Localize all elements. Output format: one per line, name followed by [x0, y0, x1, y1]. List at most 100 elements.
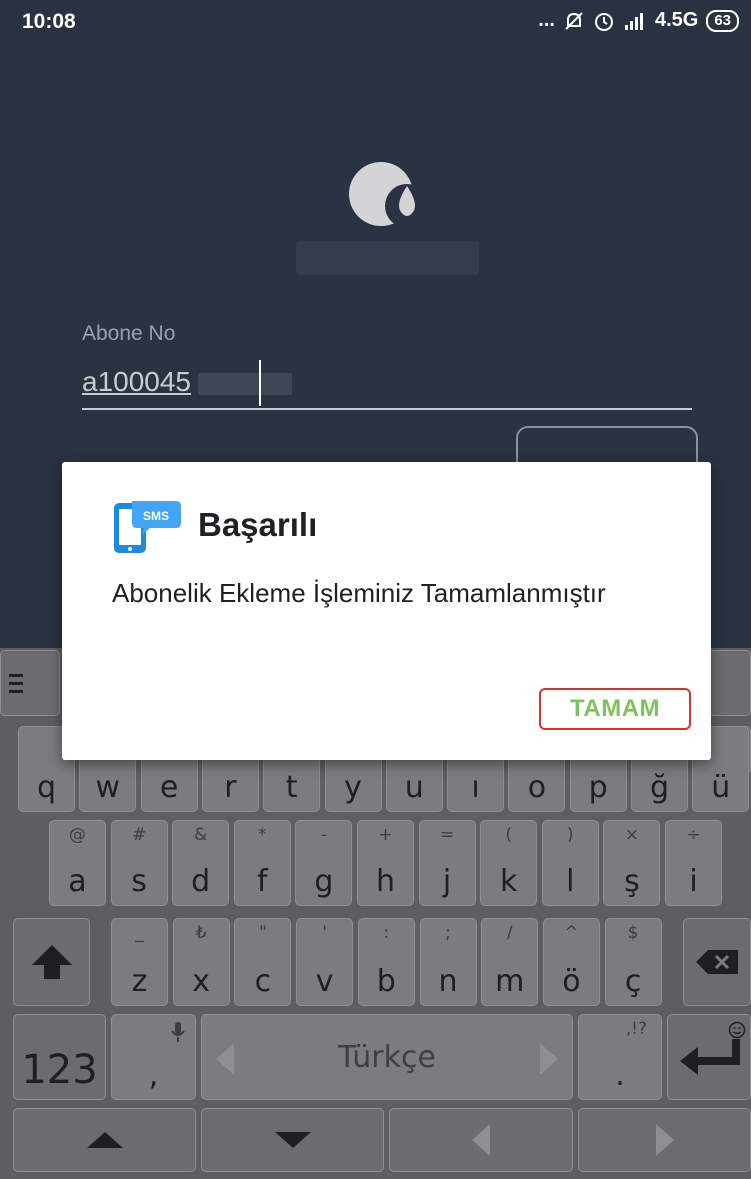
key-d[interactable]: & d: [172, 820, 230, 906]
key-label: ü: [711, 770, 731, 805]
key-s[interactable]: # s: [110, 820, 168, 906]
nav-right-key[interactable]: [578, 1108, 751, 1172]
key-label: f: [257, 864, 268, 899]
key-alt-label: &: [194, 825, 208, 845]
key-alt-label: ;: [445, 923, 451, 943]
key-ç[interactable]: $ ç: [604, 918, 662, 1006]
key-m[interactable]: / m: [481, 918, 539, 1006]
key-c[interactable]: " c: [234, 918, 292, 1006]
smiley-icon: [728, 1021, 746, 1039]
key-label: g: [314, 864, 334, 899]
enter-icon: [680, 1039, 740, 1075]
redaction-mask: [198, 373, 292, 395]
key-label: s: [131, 864, 147, 899]
key-ş[interactable]: × ş: [603, 820, 661, 906]
status-indicators: ... 4.5G 63: [538, 9, 739, 32]
key-label: ç: [624, 964, 642, 999]
key-label: ö: [562, 964, 581, 999]
key-alt-label: ₺: [195, 923, 207, 943]
alarm-icon: [594, 12, 613, 31]
key-alt-label: ÷: [686, 825, 701, 845]
key-label: q: [36, 770, 57, 805]
key-a[interactable]: @ a: [49, 820, 106, 906]
caret-left-icon: [472, 1124, 490, 1156]
key-label: b: [376, 964, 396, 999]
arrow-right-icon: [540, 1043, 558, 1075]
sms-phone-icon: SMS: [114, 501, 181, 553]
key-label: i: [689, 864, 698, 899]
key-j[interactable]: = j: [418, 820, 476, 906]
key-label: d: [191, 864, 211, 899]
key-label: y: [344, 770, 362, 805]
key-alt-label: ": [258, 923, 267, 943]
battery-icon: 63: [706, 9, 739, 32]
space-key[interactable]: Türkçe: [201, 1014, 573, 1100]
caret-right-icon: [655, 1124, 674, 1156]
key-k[interactable]: (k: [480, 820, 538, 906]
key-label: t: [285, 770, 298, 805]
ok-button[interactable]: TAMAM: [539, 688, 691, 730]
brand-name-placeholder: [296, 241, 479, 275]
key-v[interactable]: ' v: [296, 918, 354, 1006]
key-alt-label: +: [378, 825, 393, 845]
key-alt-label: /: [506, 923, 513, 943]
subscriber-input[interactable]: a100045: [82, 366, 191, 398]
key-label: z: [131, 964, 148, 999]
key-h[interactable]: + h: [357, 820, 414, 906]
more-indicators: ...: [538, 9, 555, 31]
key-label: x: [192, 964, 211, 999]
nav-up-key[interactable]: [13, 1108, 196, 1172]
key-label: ı: [471, 770, 480, 805]
app-logo-icon: [349, 162, 429, 228]
key-label: ş: [624, 864, 640, 899]
status-time: 10:08: [22, 10, 76, 33]
comma-key[interactable]: ,: [111, 1014, 196, 1100]
shift-key[interactable]: [13, 918, 90, 1006]
key-alt-label: ): [566, 825, 574, 845]
keyboard-menu-key[interactable]: [0, 650, 60, 716]
key-label: ğ: [649, 770, 670, 805]
microphone-icon: [171, 1022, 185, 1042]
mute-icon: [565, 11, 583, 30]
key-b[interactable]: :b: [357, 918, 415, 1006]
key-x[interactable]: ₺ x: [172, 918, 230, 1006]
network-type: 4.5G: [654, 9, 699, 31]
key-ö[interactable]: ^ ö: [542, 918, 600, 1006]
dialog-title: Başarılı: [198, 506, 318, 543]
key-label: h: [375, 864, 395, 899]
key-label: n: [438, 964, 458, 999]
status-bar: 10:08 ... 4.5G 63: [0, 0, 751, 42]
menu-icon: [9, 674, 23, 693]
key-label: e: [159, 770, 179, 805]
key-alt-label: ^: [564, 923, 579, 943]
key-n[interactable]: ; n: [419, 918, 477, 1006]
input-underline: [82, 408, 692, 410]
key-label: j: [442, 864, 452, 899]
key-label: m: [495, 964, 525, 999]
shift-icon: [31, 945, 72, 979]
enter-key[interactable]: [667, 1014, 751, 1100]
numbers-key[interactable]: 123: [13, 1014, 106, 1100]
key-l[interactable]: ) l: [541, 820, 599, 906]
key-alt-label: ': [322, 923, 327, 943]
key-alt-label: @: [69, 825, 86, 845]
key-label: a: [68, 864, 87, 899]
key-g[interactable]: -g: [295, 820, 353, 906]
nav-left-key[interactable]: [389, 1108, 573, 1172]
key-z[interactable]: _ z: [111, 918, 168, 1006]
key-alt-label: :: [383, 923, 390, 943]
backspace-key[interactable]: [683, 918, 751, 1006]
success-dialog: SMS Başarılı Abonelik Ekleme İşleminiz T…: [62, 462, 711, 760]
period-key[interactable]: ,!? .: [578, 1014, 662, 1100]
key-label: l: [566, 864, 575, 899]
key-alt-label: (: [505, 825, 512, 845]
key-f[interactable]: * f: [233, 820, 291, 906]
key-label: w: [95, 770, 121, 805]
key-label: v: [315, 964, 334, 999]
arrow-down-icon: [274, 1132, 311, 1148]
nav-down-key[interactable]: [201, 1108, 384, 1172]
svg-text:SMS: SMS: [143, 509, 169, 523]
key-i[interactable]: ÷ i: [665, 820, 722, 906]
key-alt-label: *: [258, 825, 267, 845]
arrow-left-icon: [216, 1043, 234, 1075]
